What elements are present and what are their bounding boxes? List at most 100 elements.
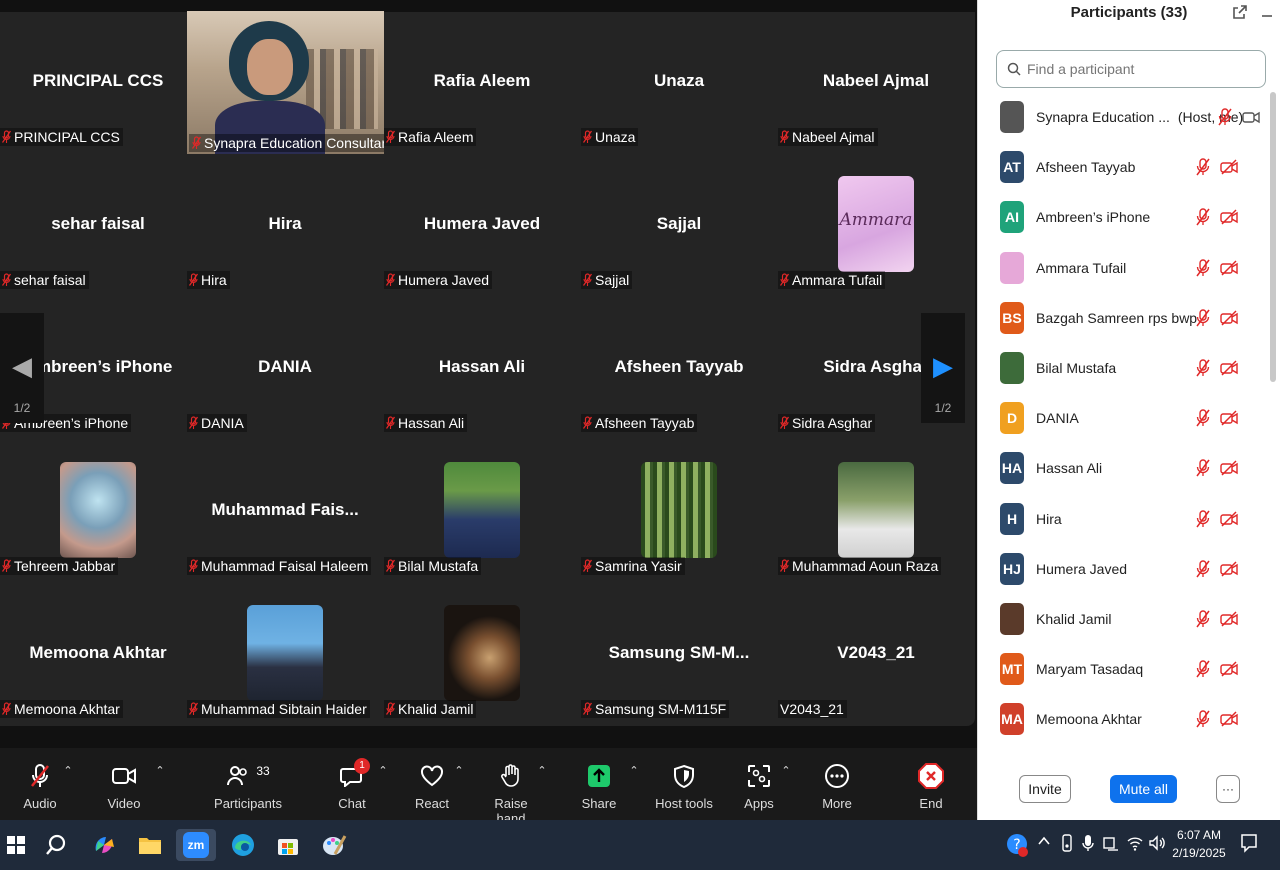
edge-browser-icon[interactable]	[227, 829, 259, 861]
video-off-icon[interactable]	[1220, 159, 1238, 175]
mic-muted-icon[interactable]	[1196, 509, 1210, 528]
network-icon[interactable]	[1102, 834, 1120, 855]
speaker-icon[interactable]	[1148, 834, 1166, 855]
video-off-icon[interactable]	[1220, 310, 1238, 326]
video-off-icon[interactable]	[1220, 410, 1238, 426]
video-tile[interactable]: Memoona Akhtar Memoona Akhtar	[0, 583, 196, 726]
panel-more-button[interactable]: ···	[1216, 775, 1240, 803]
apps-button[interactable]: Apps	[740, 762, 778, 811]
share-button[interactable]: Share	[580, 762, 618, 811]
audio-button[interactable]: Audio	[18, 762, 62, 811]
mic-muted-icon[interactable]	[1196, 710, 1210, 728]
video-tile[interactable]: Bilal Mustafa	[384, 440, 580, 583]
windows-start-icon[interactable]	[0, 829, 32, 861]
mic-muted-icon[interactable]	[1196, 208, 1210, 226]
video-tile[interactable]: DANIA DANIA	[187, 297, 383, 440]
chat-options-caret[interactable]: ⌃	[375, 762, 391, 777]
video-tile[interactable]: Hira Hira	[187, 154, 383, 297]
video-tile[interactable]: Hassan Ali Hassan Ali	[384, 297, 580, 440]
video-off-icon[interactable]	[1220, 661, 1238, 677]
mute-all-button[interactable]: Mute all	[1110, 775, 1177, 803]
notifications-icon[interactable]	[1240, 833, 1258, 856]
video-tile[interactable]: sehar faisal sehar faisal	[0, 154, 196, 297]
video-tile[interactable]: PRINCIPAL CCS PRINCIPAL CCS	[0, 11, 196, 154]
participant-row[interactable]: MA Memoona Akhtar	[978, 694, 1268, 744]
mic-muted-icon[interactable]	[1196, 610, 1210, 628]
self-video-tile[interactable]: Synapra Education Consultancy	[187, 11, 384, 154]
video-off-icon[interactable]	[1220, 260, 1238, 276]
chat-button[interactable]: 1 Chat	[336, 758, 370, 811]
video-options-caret[interactable]: ⌃	[152, 762, 168, 777]
invite-button[interactable]: Invite	[1019, 775, 1071, 803]
video-off-icon[interactable]	[1220, 360, 1238, 376]
participants-button[interactable]: 33 Participants	[214, 762, 282, 811]
video-tile[interactable]: Sajjal Sajjal	[581, 154, 777, 297]
host-tools-button[interactable]: Host tools	[654, 762, 714, 811]
video-off-icon[interactable]	[1220, 511, 1238, 527]
participant-row[interactable]: Ammara Tufail	[978, 243, 1268, 293]
video-off-icon[interactable]	[1220, 209, 1238, 225]
audio-options-caret[interactable]: ⌃	[60, 762, 76, 777]
participant-list-scrollbar[interactable]	[1270, 92, 1276, 382]
video-tile[interactable]: Humera Javed Humera Javed	[384, 154, 580, 297]
participant-row[interactable]: H Hira	[978, 494, 1268, 544]
system-clock[interactable]: 6:07 AM 2/19/2025	[1168, 826, 1230, 862]
popout-icon[interactable]	[1232, 4, 1248, 24]
video-tile[interactable]: Rafia Aleem Rafia Aleem	[384, 11, 580, 154]
mic-muted-icon[interactable]	[1196, 459, 1210, 477]
video-camera-icon[interactable]	[1242, 109, 1260, 125]
search-icon[interactable]	[40, 829, 72, 861]
mic-muted-icon[interactable]	[1196, 660, 1210, 678]
mic-muted-icon[interactable]	[1196, 258, 1210, 277]
previous-page-button[interactable]: ◀ 1/2	[0, 313, 44, 423]
microsoft-store-icon[interactable]	[272, 829, 304, 861]
video-tile[interactable]: Muhammad Aoun Raza	[778, 440, 974, 583]
search-input[interactable]	[1027, 61, 1257, 77]
raise-hand-button[interactable]: Raise hand	[480, 762, 542, 826]
video-tile[interactable]: Muhammad Sibtain Haider	[187, 583, 383, 726]
video-tile[interactable]: Muhammad Fais... Muhammad Faisal Haleem	[187, 440, 383, 583]
apps-options-caret[interactable]: ⌃	[778, 762, 794, 777]
help-alert-icon[interactable]: ?	[1006, 832, 1030, 861]
participant-row[interactable]: MT Maryam Tasadaq	[978, 644, 1268, 694]
mic-muted-icon[interactable]	[1196, 309, 1210, 327]
mic-muted-icon[interactable]	[1218, 108, 1232, 126]
participant-row[interactable]: HA Hassan Ali	[978, 443, 1268, 493]
copilot-icon[interactable]	[88, 829, 120, 861]
participant-row[interactable]: Synapra Education ... (Host, me)	[978, 92, 1268, 142]
participant-row[interactable]: BS Bazgah Samreen rps bwp	[978, 293, 1268, 343]
video-off-icon[interactable]	[1220, 611, 1238, 627]
mic-muted-icon[interactable]	[1196, 560, 1210, 578]
mic-muted-icon[interactable]	[1196, 359, 1210, 377]
minimize-icon[interactable]	[1260, 2, 1274, 22]
react-button[interactable]: React	[413, 762, 451, 811]
share-options-caret[interactable]: ⌃	[626, 762, 642, 777]
participant-row[interactable]: AI Ambreen’s iPhone	[978, 192, 1268, 242]
participant-row[interactable]: HJ Humera Javed	[978, 544, 1268, 594]
chevron-up-icon[interactable]	[1037, 834, 1051, 851]
mic-muted-icon[interactable]	[1196, 158, 1210, 176]
raise-hand-options-caret[interactable]: ⌃	[534, 762, 550, 777]
end-meeting-button[interactable]: End	[912, 762, 950, 811]
wifi-icon[interactable]	[1126, 834, 1144, 855]
more-button[interactable]: More	[818, 762, 856, 811]
video-tile[interactable]: Samsung SM-M... Samsung SM-M115F	[581, 583, 777, 726]
participant-row[interactable]: AT Afsheen Tayyab	[978, 142, 1268, 192]
participant-row[interactable]: Khalid Jamil	[978, 594, 1268, 644]
react-options-caret[interactable]: ⌃	[451, 762, 467, 777]
microphone-icon[interactable]	[1082, 834, 1094, 855]
video-tile[interactable]: Nabeel Ajmal Nabeel Ajmal	[778, 11, 974, 154]
next-page-button[interactable]: ▶ 1/2	[921, 313, 965, 423]
video-tile[interactable]: Tehreem Jabbar	[0, 440, 196, 583]
video-tile[interactable]: Unaza Unaza	[581, 11, 777, 154]
video-off-icon[interactable]	[1220, 561, 1238, 577]
video-tile[interactable]: Ammara Ammara Tufail	[778, 154, 974, 297]
file-explorer-icon[interactable]	[134, 829, 166, 861]
video-off-icon[interactable]	[1220, 460, 1238, 476]
video-tile[interactable]: V2043_21 V2043_21	[778, 583, 974, 726]
paint-app-icon[interactable]	[318, 829, 350, 861]
participant-row[interactable]: D DANIA	[978, 393, 1268, 443]
video-button[interactable]: Video	[104, 762, 144, 811]
participant-search[interactable]	[996, 50, 1266, 88]
participant-row[interactable]: Bilal Mustafa	[978, 343, 1268, 393]
